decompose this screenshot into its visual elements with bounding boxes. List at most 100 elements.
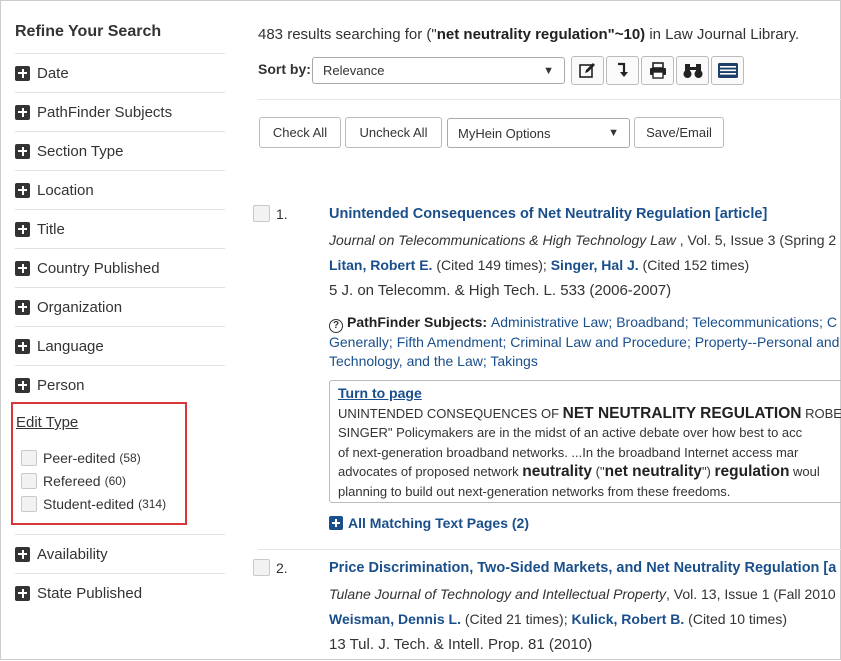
journal-title: Journal on Telecommunications & High Tec… xyxy=(329,232,676,248)
check-all-button[interactable]: Check All xyxy=(259,117,341,148)
all-matching-pages-link[interactable]: All Matching Text Pages (2) xyxy=(329,515,529,531)
expand-plus-icon xyxy=(15,104,30,120)
facet-label: Person xyxy=(37,376,85,394)
facet-label: Availability xyxy=(37,545,108,563)
facet-availability[interactable]: Availability xyxy=(15,534,225,573)
author-link[interactable]: Litan, Robert E. xyxy=(329,257,432,273)
count: (314) xyxy=(138,497,167,511)
checkbox[interactable] xyxy=(21,496,37,512)
author-link[interactable]: Kulick, Robert B. xyxy=(571,611,684,627)
facet-edit-type[interactable]: Edit Type xyxy=(16,414,78,431)
edit-type-option-student-edited[interactable]: Student-edited (314) xyxy=(21,496,166,512)
sort-by-label: Sort by: xyxy=(258,61,311,77)
count: (58) xyxy=(119,451,141,465)
facet-location[interactable]: Location xyxy=(15,170,225,209)
result-journal: Tulane Journal of Technology and Intelle… xyxy=(329,586,836,602)
author-link[interactable]: Weisman, Dennis L. xyxy=(329,611,461,627)
journal-title: Tulane Journal of Technology and Intelle… xyxy=(329,586,666,602)
subject-links[interactable]: Administrative Law; Broadband; Telecommu… xyxy=(491,314,837,330)
save-email-button[interactable]: Save/Email xyxy=(634,117,724,148)
help-question-icon[interactable]: ? xyxy=(329,319,343,333)
myhein-options-select[interactable]: MyHein Options ▼ xyxy=(447,118,630,148)
sidebar-title: Refine Your Search xyxy=(15,23,162,40)
list-view-icon xyxy=(717,63,738,78)
facet-country-published[interactable]: Country Published xyxy=(15,248,225,287)
download-icon xyxy=(617,62,628,77)
checkbox[interactable] xyxy=(21,473,37,489)
expand-plus-icon xyxy=(15,338,30,354)
result-citation: 5 J. on Telecomm. & High Tech. L. 533 (2… xyxy=(329,282,672,299)
expand-plus-icon xyxy=(15,65,30,81)
text-snippet: Turn to page UNINTENDED CONSEQUENCES OF … xyxy=(329,380,841,503)
chevron-down-icon: ▼ xyxy=(543,64,554,77)
refine-sidebar: Refine Your Search Date PathFinder Subje… xyxy=(1,1,227,661)
result-number: 2. xyxy=(276,560,288,576)
facet-label: Title xyxy=(37,220,65,238)
highlighted-term: neutrality xyxy=(522,463,593,480)
uncheck-all-button[interactable]: Uncheck All xyxy=(345,117,442,148)
download-button[interactable] xyxy=(606,56,639,85)
facet-date[interactable]: Date xyxy=(15,53,225,92)
edit-type-option-peer-edited[interactable]: Peer-edited (58) xyxy=(21,450,141,466)
edit-button[interactable] xyxy=(571,56,604,85)
binoculars-icon xyxy=(683,64,702,78)
facet-language[interactable]: Language xyxy=(15,326,225,365)
results-summary: 483 results searching for ("net neutrali… xyxy=(258,26,800,43)
result-title-link[interactable]: Price Discrimination, Two-Sided Markets,… xyxy=(329,560,836,576)
result-authors: Litan, Robert E. (Cited 149 times); Sing… xyxy=(329,257,750,273)
result-checkbox[interactable] xyxy=(253,559,270,576)
expand-plus-icon xyxy=(15,221,30,237)
subject-links[interactable]: Technology, and the Law; Takings xyxy=(329,353,538,369)
search-query: net neutrality regulation xyxy=(436,26,608,43)
facet-pathfinder-subjects[interactable]: PathFinder Subjects xyxy=(15,92,225,131)
sort-select[interactable]: Relevance ▼ xyxy=(312,57,565,84)
facet-label: State Published xyxy=(37,584,143,602)
divider xyxy=(258,99,841,100)
facet-label: Date xyxy=(37,64,69,82)
result-authors: Weisman, Dennis L. (Cited 21 times); Kul… xyxy=(329,611,787,627)
list-view-button[interactable] xyxy=(711,56,744,85)
facet-label: PathFinder Subjects xyxy=(37,103,173,121)
facet-label: Section Type xyxy=(37,142,124,160)
expand-plus-icon xyxy=(329,516,343,530)
result-citation: 13 Tul. J. Tech. & Intell. Prop. 81 (201… xyxy=(329,636,593,653)
facet-state-published[interactable]: State Published xyxy=(15,573,225,612)
edit-type-highlight-box: Edit Type Peer-edited (58) Refereed (60) S… xyxy=(11,402,187,525)
expand-plus-icon xyxy=(15,546,30,562)
result-title-link[interactable]: Unintended Consequences of Net Neutralit… xyxy=(329,206,767,222)
turn-to-page-link[interactable]: Turn to page xyxy=(338,385,422,401)
facet-person[interactable]: Person xyxy=(15,365,225,404)
subject-links[interactable]: Generally; Fifth Amendment; Criminal Law… xyxy=(329,334,839,350)
expand-plus-icon xyxy=(15,377,30,393)
facet-organization[interactable]: Organization xyxy=(15,287,225,326)
search-within-button[interactable] xyxy=(676,56,709,85)
expand-plus-icon xyxy=(15,182,30,198)
result-checkbox[interactable] xyxy=(253,205,270,222)
facet-label: Country Published xyxy=(37,259,160,277)
facet-label: Edit Type xyxy=(16,414,79,431)
expand-plus-icon xyxy=(15,260,30,276)
highlighted-term: NET NEUTRALITY REGULATION xyxy=(562,404,802,422)
author-link[interactable]: Singer, Hal J. xyxy=(551,257,639,273)
expand-plus-icon xyxy=(15,299,30,315)
facet-title[interactable]: Title xyxy=(15,209,225,248)
pathfinder-subjects: ? PathFinder Subjects: Administrative Law… xyxy=(329,314,840,369)
expand-plus-icon xyxy=(15,143,30,159)
expand-plus-icon xyxy=(15,585,30,601)
print-icon xyxy=(649,62,666,79)
highlighted-term: net neutrality xyxy=(604,463,702,480)
count: (60) xyxy=(104,474,126,488)
chevron-down-icon: ▼ xyxy=(608,127,619,139)
facet-label: Location xyxy=(37,181,94,199)
result-number: 1. xyxy=(276,206,288,222)
edit-icon xyxy=(579,63,595,78)
facet-section-type[interactable]: Section Type xyxy=(15,131,225,170)
result-journal: Journal on Telecommunications & High Tec… xyxy=(329,232,837,248)
edit-type-option-refereed[interactable]: Refereed (60) xyxy=(21,473,126,489)
print-button[interactable] xyxy=(641,56,674,85)
facet-label: Language xyxy=(37,337,104,355)
checkbox[interactable] xyxy=(21,450,37,466)
divider xyxy=(258,549,841,550)
highlighted-term: regulation xyxy=(714,463,790,480)
facet-label: Organization xyxy=(37,298,123,316)
